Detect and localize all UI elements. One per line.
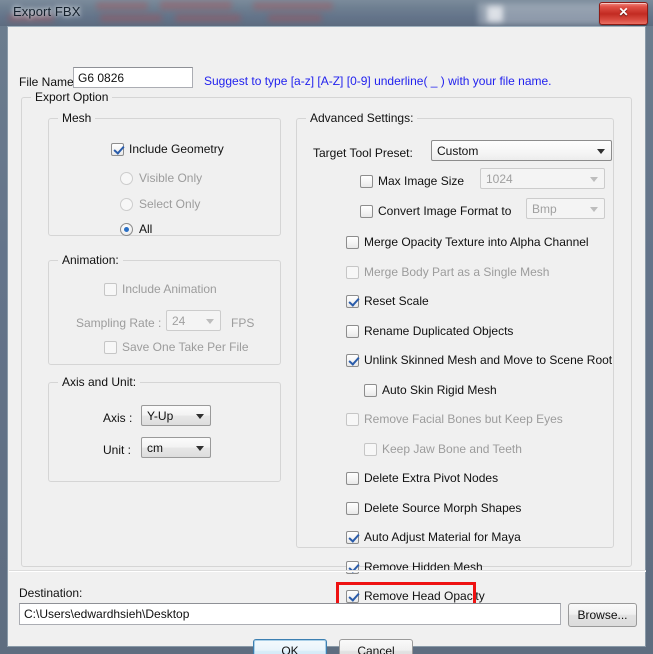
checkbox-merge-body-part-as-a-single-mesh[interactable] <box>346 265 359 279</box>
ok-button[interactable]: OK <box>253 639 327 654</box>
label-merge-opacity-texture-into-alpha-channel: Merge Opacity Texture into Alpha Channel <box>364 235 589 249</box>
mesh-group: Mesh Include Geometry Visible Only Selec… <box>48 111 281 236</box>
export-fbx-window: Export FBX File Name: G6 0826 Suggest to… <box>0 0 653 654</box>
label-select-only: Select Only <box>139 197 201 211</box>
animation-caption: Animation: <box>58 253 123 267</box>
radio-visible-only[interactable] <box>120 172 133 185</box>
label-auto-skin-rigid-mesh: Auto Skin Rigid Mesh <box>382 382 497 397</box>
dialog-client: File Name: G6 0826 Suggest to type [a-z]… <box>7 26 646 654</box>
radio-select-only[interactable] <box>120 198 133 211</box>
chevron-down-icon <box>206 318 214 324</box>
checkbox-save-one-take[interactable] <box>104 341 117 354</box>
combo-axis[interactable]: Y-Up <box>141 405 211 426</box>
label-delete-source-morph-shapes: Delete Source Morph Shapes <box>364 500 522 515</box>
checkbox-remove-head-opacity[interactable] <box>346 590 359 603</box>
combo-convert-image-format-value: Bmp <box>532 202 557 216</box>
window-title: Export FBX <box>13 4 81 19</box>
radio-all[interactable] <box>120 223 133 236</box>
mesh-caption: Mesh <box>58 111 96 125</box>
label-save-one-take: Save One Take Per File <box>122 340 249 354</box>
label-visible-only: Visible Only <box>139 171 203 185</box>
chevron-down-icon <box>196 445 204 451</box>
combo-target-tool-preset[interactable]: Custom <box>431 140 612 161</box>
checkbox-rename-duplicated-objects[interactable] <box>346 324 359 338</box>
checkbox-auto-adjust-material-for-maya[interactable] <box>346 531 359 544</box>
label-keep-jaw-bone-and-teeth: Keep Jaw Bone and Teeth <box>382 441 522 456</box>
combo-sampling-rate[interactable]: 24 <box>166 310 221 331</box>
advanced-settings-caption: Advanced Settings: <box>306 111 418 125</box>
checkbox-keep-jaw-bone-and-teeth[interactable] <box>364 442 377 456</box>
label-unit: Unit : <box>103 443 132 457</box>
advanced-settings-group: Advanced Settings: Target Tool Preset: C… <box>296 111 614 603</box>
label-max-image-size: Max Image Size <box>378 174 465 188</box>
axis-unit-group: Axis and Unit: Axis : Y-Up Unit : cm <box>48 375 281 482</box>
label-remove-facial-bones-but-keep-eyes: Remove Facial Bones but Keep Eyes <box>364 412 563 426</box>
checkbox-include-geometry[interactable] <box>111 143 124 156</box>
label-remove-head-opacity: Remove Head Opacity <box>364 589 485 603</box>
combo-axis-value: Y-Up <box>147 409 174 423</box>
label-include-animation: Include Animation <box>122 282 217 296</box>
checkbox-max-image-size[interactable] <box>360 175 373 188</box>
label-fps: FPS <box>231 316 255 330</box>
destination-input[interactable]: C:\Users\edwardhsieh\Desktop <box>19 603 561 625</box>
checkbox-include-animation[interactable] <box>104 283 117 296</box>
export-option-caption: Export Option <box>31 90 113 104</box>
file-name-label: File Name: <box>19 75 78 89</box>
cancel-button[interactable]: Cancel <box>339 639 413 654</box>
label-convert-image-format: Convert Image Format to <box>378 204 512 218</box>
destination-label: Destination: <box>19 586 83 600</box>
chevron-down-icon <box>196 413 204 419</box>
label-include-geometry: Include Geometry <box>129 142 224 156</box>
label-axis: Axis : <box>103 411 133 425</box>
combo-max-image-size[interactable]: 1024 <box>480 168 605 189</box>
checkbox-unlink-skinned-mesh-and-move-to-scene-root[interactable] <box>346 354 359 367</box>
combo-unit[interactable]: cm <box>141 437 211 458</box>
axis-unit-caption: Axis and Unit: <box>58 375 141 389</box>
combo-unit-value: cm <box>147 441 163 455</box>
export-option-group: Export Option Mesh Include Geometry Visi… <box>21 90 632 603</box>
combo-target-tool-preset-value: Custom <box>437 144 479 158</box>
checkbox-reset-scale[interactable] <box>346 295 359 308</box>
label-reset-scale: Reset Scale <box>364 294 429 308</box>
checkbox-remove-facial-bones-but-keep-eyes[interactable] <box>346 413 359 426</box>
footer-divider <box>9 570 646 572</box>
label-sampling-rate: Sampling Rate : <box>76 316 162 330</box>
checkbox-delete-source-morph-shapes[interactable] <box>346 501 359 515</box>
chevron-down-icon <box>590 176 598 182</box>
checkbox-convert-image-format[interactable] <box>360 205 373 218</box>
label-delete-extra-pivot-nodes: Delete Extra Pivot Nodes <box>364 471 499 485</box>
title-bar: Export FBX <box>0 0 653 26</box>
label-unlink-skinned-mesh-and-move-to-scene-root: Unlink Skinned Mesh and Move to Scene Ro… <box>364 353 613 367</box>
close-icon[interactable] <box>599 2 648 25</box>
label-merge-body-part-as-a-single-mesh: Merge Body Part as a Single Mesh <box>364 264 550 279</box>
chevron-down-icon <box>597 148 605 154</box>
label-auto-adjust-material-for-maya: Auto Adjust Material for Maya <box>364 530 521 544</box>
label-all: All <box>139 222 153 236</box>
combo-convert-image-format[interactable]: Bmp <box>526 198 605 219</box>
browse-button[interactable]: Browse... <box>568 603 637 627</box>
combo-max-image-size-value: 1024 <box>486 172 513 186</box>
chevron-down-icon <box>590 206 598 212</box>
file-name-input[interactable]: G6 0826 <box>73 67 193 88</box>
checkbox-auto-skin-rigid-mesh[interactable] <box>364 383 377 397</box>
label-target-tool-preset: Target Tool Preset: <box>313 146 413 160</box>
checkbox-merge-opacity-texture-into-alpha-channel[interactable] <box>346 236 359 249</box>
animation-group: Animation: Include Animation Sampling Ra… <box>48 253 281 365</box>
combo-sampling-rate-value: 24 <box>172 314 186 328</box>
label-rename-duplicated-objects: Rename Duplicated Objects <box>364 323 514 338</box>
checkbox-delete-extra-pivot-nodes[interactable] <box>346 472 359 485</box>
file-name-hint: Suggest to type [a-z] [A-Z] [0-9] underl… <box>204 74 552 88</box>
